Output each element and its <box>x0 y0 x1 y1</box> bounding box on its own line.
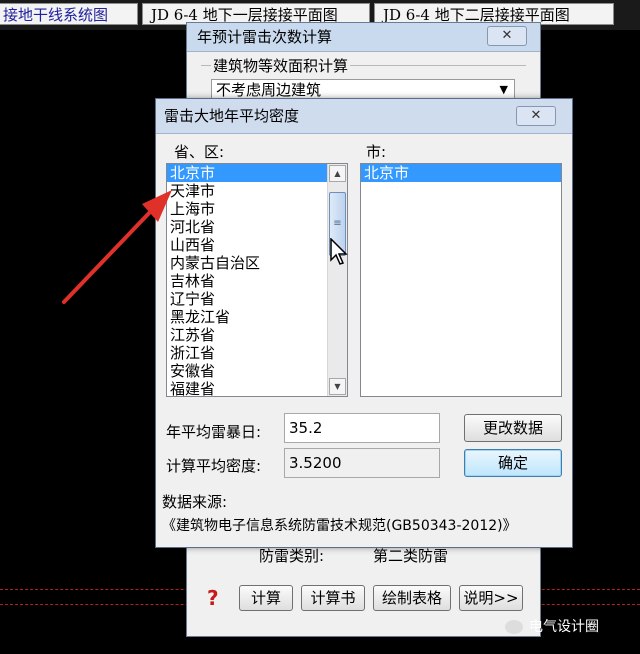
province-item[interactable]: 吉林省 <box>167 272 347 290</box>
city-list[interactable]: 北京市 <box>360 163 562 397</box>
scroll-up-icon[interactable]: ▲ <box>329 165 346 182</box>
province-item[interactable]: 安徽省 <box>167 362 347 380</box>
mouse-cursor-icon <box>330 238 348 265</box>
province-item[interactable]: 江苏省 <box>167 326 347 344</box>
ground-density-dialog: 雷击大地年平均密度 ✕ 省、区: 市: 北京市 天津市 上海市 河北省 山西省 内蒙古自治… <box>155 98 573 548</box>
calc-report-button[interactable]: 计算书 <box>301 585 365 611</box>
storm-days-input[interactable]: 35.2 <box>284 413 440 443</box>
watermark-text: 电气设计圈 <box>529 619 599 635</box>
ok-button[interactable]: 确定 <box>464 449 562 477</box>
protection-class-label: 防雷类别: <box>259 547 325 565</box>
province-item[interactable]: 山西省 <box>167 236 347 254</box>
province-item[interactable]: 福建省 <box>167 380 347 396</box>
city-item[interactable]: 北京市 <box>361 164 561 182</box>
data-source-value: 《建筑物电子信息系统防雷技术规范(GB50343-2012)》 <box>162 518 517 534</box>
province-scrollbar[interactable]: ▲ ≡ ▼ <box>327 164 347 396</box>
change-data-button[interactable]: 更改数据 <box>464 414 562 442</box>
equivalent-area-group-label: 建筑物等效面积计算 <box>211 55 351 76</box>
province-label: 省、区: <box>174 143 225 161</box>
close-icon[interactable]: ✕ <box>516 106 556 126</box>
province-item[interactable]: 河北省 <box>167 218 347 236</box>
watermark: 电气设计圈 <box>505 616 599 636</box>
province-item[interactable]: 上海市 <box>167 200 347 218</box>
data-source-label: 数据来源: <box>162 493 228 511</box>
province-item[interactable]: 辽宁省 <box>167 290 347 308</box>
storm-days-label: 年平均雷暴日: <box>166 423 262 441</box>
explain-button[interactable]: 说明>> <box>459 585 523 611</box>
draw-table-button[interactable]: 绘制表格 <box>373 585 451 611</box>
density-label: 计算平均密度: <box>166 457 262 475</box>
province-item[interactable]: 北京市 <box>167 164 347 182</box>
province-item[interactable]: 内蒙古自治区 <box>167 254 347 272</box>
surrounding-building-value: 不考虑周边建筑 <box>216 81 322 99</box>
province-list[interactable]: 北京市 天津市 上海市 河北省 山西省 内蒙古自治区 吉林省 辽宁省 黑龙江省 江苏省 浙江省 安徽省… <box>166 163 348 397</box>
help-icon[interactable]: ? <box>207 586 219 610</box>
ground-density-dialog-title: 雷击大地年平均密度 <box>156 99 572 134</box>
protection-class-value: 第二类防雷 <box>373 547 449 565</box>
back-dialog-toolbar: ? 计算 计算书 绘制表格 说明>> <box>201 585 531 613</box>
chevron-down-icon: ▼ <box>499 83 508 96</box>
province-item[interactable]: 浙江省 <box>167 344 347 362</box>
scroll-down-icon[interactable]: ▼ <box>329 378 346 395</box>
city-label: 市: <box>366 143 387 161</box>
close-icon[interactable]: ✕ <box>487 26 527 46</box>
density-value: 3.5200 <box>284 448 440 478</box>
calculate-button[interactable]: 计算 <box>239 585 293 611</box>
wechat-icon <box>505 620 523 634</box>
drawing-tab-grounding-system[interactable]: 接地干线系统图 <box>0 3 138 25</box>
province-item[interactable]: 天津市 <box>167 182 347 200</box>
province-item[interactable]: 黑龙江省 <box>167 308 347 326</box>
